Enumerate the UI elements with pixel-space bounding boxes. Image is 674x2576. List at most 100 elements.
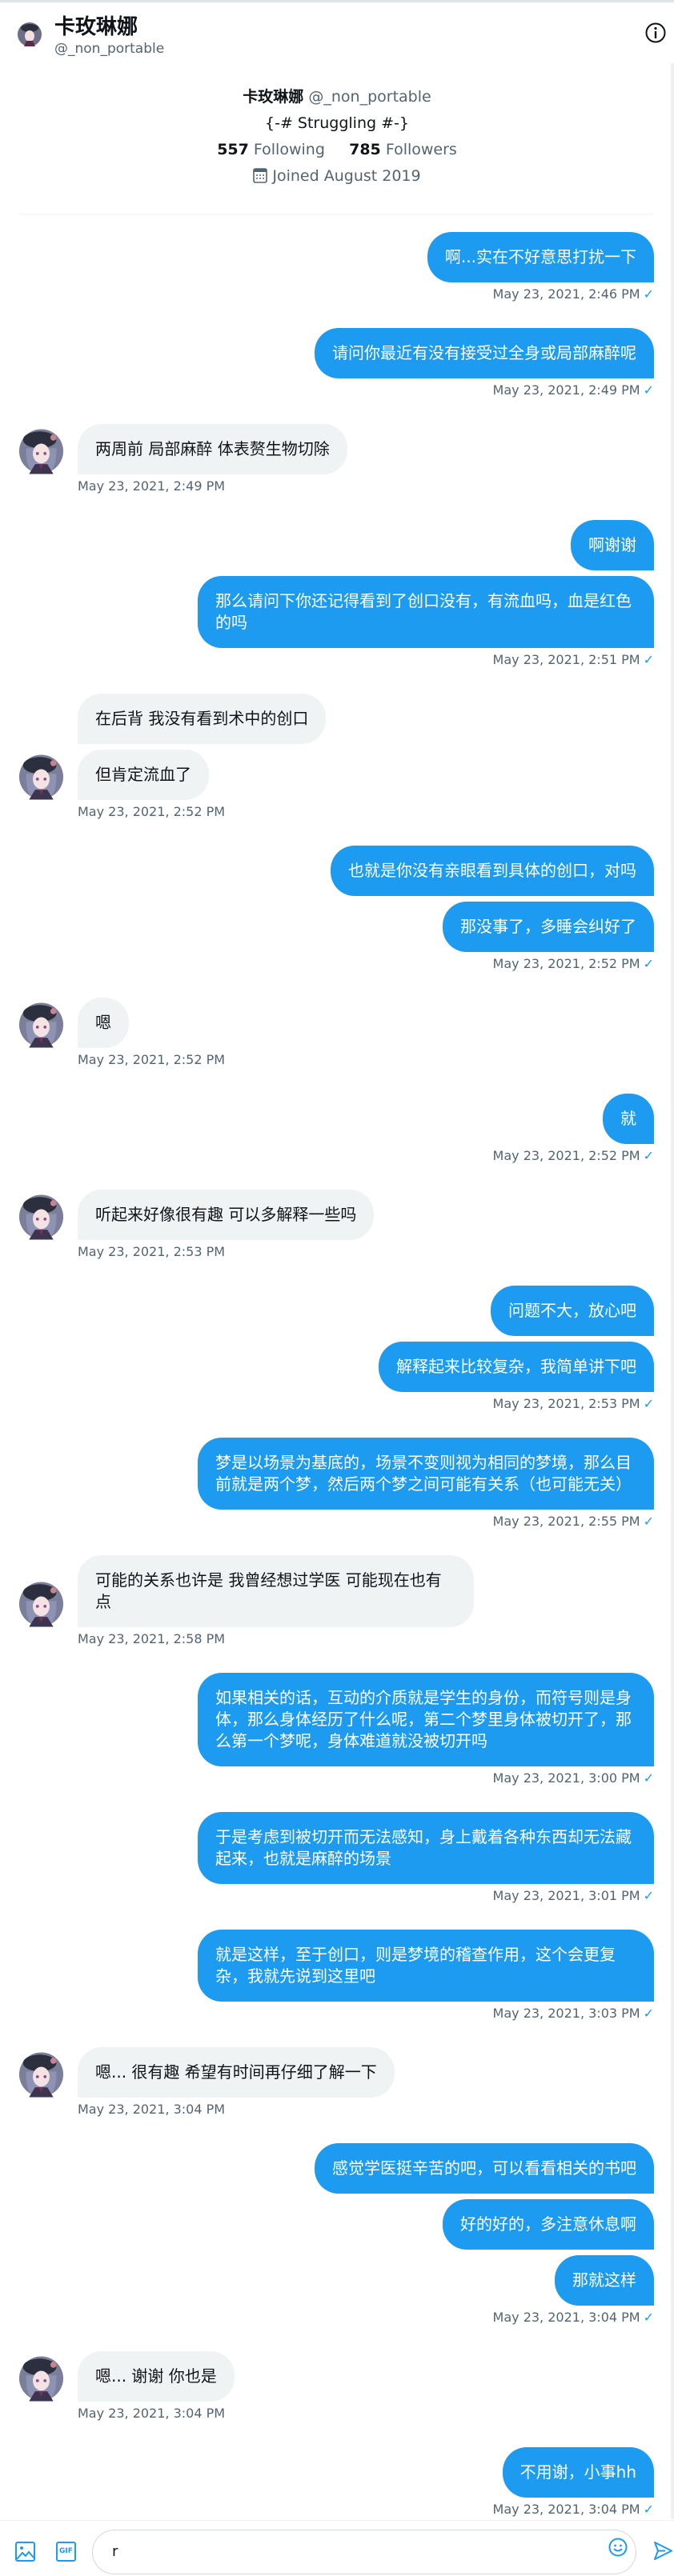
message-timestamp-line: May 23, 2021, 3:01 PM ✓ (18, 1887, 654, 1905)
message-timestamp: May 23, 2021, 3:03 PM (492, 2006, 640, 2021)
message-timestamp: May 23, 2021, 2:46 PM (492, 286, 640, 302)
sent-message-group: 就是这样，至于创口，则是梦境的稽查作用，这个会更复杂，我就先说到这里吧 May 2… (18, 1930, 654, 2022)
bubble-stack: 如果相关的话，互动的介质就是学生的身份，而符号则是身体，那么身体经历了什么呢，第… (198, 1673, 654, 1766)
message-timestamp: May 23, 2021, 2:52 PM (78, 1052, 226, 1067)
profile-summary: 卡玫琳娜 @_non_portable {-# Struggling #-} 5… (0, 84, 674, 190)
message-timestamp-line: May 23, 2021, 2:55 PM ✓ (18, 1513, 654, 1530)
following-label: Following (253, 141, 325, 158)
bubble-stack: 嗯... 很有趣 希望有时间再仔细了解一下 (78, 2047, 395, 2098)
received-message-group: 听起来好像很有趣 可以多解释一些吗 May 23, 2021, 2:53 PM (18, 1190, 654, 1261)
message-row: 听起来好像很有趣 可以多解释一些吗 (18, 1190, 654, 1240)
contact-avatar[interactable] (18, 2355, 64, 2402)
sent-message-bubble[interactable]: 啊...实在不好意思打扰一下 (427, 232, 654, 282)
gif-label: GIF (59, 2547, 73, 2555)
message-timestamp: May 23, 2021, 2:53 PM (78, 1244, 226, 1259)
followers-label: Followers (385, 141, 457, 158)
message-row: 请问你最近有没有接受过全身或局部麻醉呢 (18, 328, 654, 378)
gif-button[interactable]: GIF (56, 2542, 76, 2562)
sent-message-bubble[interactable]: 梦是以场景为基底的，场景不变则视为相同的梦境，那么目前就是两个梦，然后两个梦之间… (198, 1438, 654, 1510)
received-message-group: 嗯... 很有趣 希望有时间再仔细了解一下 May 23, 2021, 3:04 … (18, 2047, 654, 2118)
message-timestamp: May 23, 2021, 2:58 PM (78, 1631, 226, 1646)
received-message-bubble[interactable]: 可能的关系也许是 我曾经想过学医 可能现在也有点 (78, 1555, 474, 1627)
received-message-bubble[interactable]: 嗯... 谢谢 你也是 (78, 2351, 235, 2402)
sent-check-icon: ✓ (643, 382, 654, 398)
contact-avatar[interactable] (18, 2051, 64, 2098)
sent-message-bubble[interactable]: 那没事了，多睡会纠好了 (443, 902, 654, 952)
sent-message-group: 于是考虑到被切开而无法感知，身上戴着各种东西却无法藏起来，也就是麻醉的场景 May… (18, 1812, 654, 1905)
message-row: 两周前 局部麻醉 体表赘生物切除 (18, 424, 654, 474)
profile-name-line: 卡玫琳娜 @_non_portable (0, 84, 674, 110)
contact-avatar[interactable] (18, 1194, 64, 1240)
sent-message-group: 请问你最近有没有接受过全身或局部麻醉呢 May 23, 2021, 2:49 PM… (18, 328, 654, 399)
message-input[interactable]: r (92, 2530, 636, 2574)
received-message-bubble[interactable]: 嗯 (78, 998, 129, 1048)
bubble-stack: 嗯... 谢谢 你也是 (78, 2351, 235, 2402)
sent-message-bubble[interactable]: 也就是你没有亲眼看到具体的创口，对吗 (331, 846, 654, 896)
received-message-group: 两周前 局部麻醉 体表赘生物切除 May 23, 2021, 2:49 PM (18, 424, 654, 495)
sent-message-group: 也就是你没有亲眼看到具体的创口，对吗那没事了，多睡会纠好了 May 23, 202… (18, 846, 654, 973)
contact-avatar[interactable] (18, 1581, 64, 1627)
message-row: 啊...实在不好意思打扰一下 (18, 232, 654, 282)
profile-handle[interactable]: @_non_portable (308, 88, 431, 106)
followers-count: 785 (349, 141, 381, 158)
sent-message-bubble[interactable]: 请问你最近有没有接受过全身或局部麻醉呢 (315, 328, 654, 378)
received-message-group: 可能的关系也许是 我曾经想过学医 可能现在也有点 May 23, 2021, 2:… (18, 1555, 654, 1648)
message-row: 感觉学医挺辛苦的吧，可以看看相关的书吧 好的好的，多注意休息啊 那就这样 (18, 2143, 654, 2306)
contact-avatar[interactable] (18, 1002, 64, 1048)
message-timestamp: May 23, 2021, 2:49 PM (78, 478, 226, 494)
sent-message-bubble[interactable]: 好的好的，多注意休息啊 (443, 2199, 654, 2250)
message-composer: GIF r (0, 2520, 674, 2576)
send-icon[interactable] (653, 2541, 673, 2561)
contact-avatar[interactable] (18, 754, 64, 800)
sent-message-group: 感觉学医挺辛苦的吧，可以看看相关的书吧 好的好的，多注意休息啊 那就这样 May 23… (18, 2143, 654, 2326)
contact-avatar[interactable] (18, 428, 64, 474)
sent-check-icon: ✓ (643, 1514, 654, 1529)
received-message-group: 在后背 我没有看到术中的创口 但肯定流血了 May 23, 2021, 2:52 P… (18, 694, 654, 821)
profile-name[interactable]: 卡玫琳娜 (243, 88, 303, 106)
header-avatar[interactable] (18, 22, 42, 46)
sent-message-bubble[interactable]: 不用谢，小事hh (502, 2447, 654, 2498)
message-timestamp: May 23, 2021, 2:55 PM (492, 1514, 640, 1529)
bubble-stack: 就 (603, 1094, 654, 1144)
sent-message-bubble[interactable]: 如果相关的话，互动的介质就是学生的身份，而符号则是身体，那么身体经历了什么呢，第… (198, 1673, 654, 1766)
message-row: 就是这样，至于创口，则是梦境的稽查作用，这个会更复杂，我就先说到这里吧 (18, 1930, 654, 2002)
info-circle-icon[interactable] (645, 22, 666, 43)
sent-check-icon: ✓ (643, 956, 654, 971)
emoji-icon[interactable] (608, 2538, 628, 2557)
received-message-bubble[interactable]: 在后背 我没有看到术中的创口 (78, 694, 327, 744)
conversation-handle: @_non_portable (54, 41, 165, 57)
sent-message-bubble[interactable]: 于是考虑到被切开而无法感知，身上戴着各种东西却无法藏起来，也就是麻醉的场景 (198, 1812, 654, 1884)
bubble-stack: 嗯 (78, 998, 129, 1048)
message-row: 嗯... 很有趣 希望有时间再仔细了解一下 (18, 2047, 654, 2098)
message-timestamp-line: May 23, 2021, 2:49 PM (78, 478, 654, 495)
received-message-bubble[interactable]: 嗯... 很有趣 希望有时间再仔细了解一下 (78, 2047, 395, 2098)
sent-message-bubble[interactable]: 啊谢谢 (571, 520, 654, 570)
image-upload-icon[interactable] (15, 2542, 35, 2562)
message-timestamp: May 23, 2021, 2:53 PM (492, 1396, 640, 1411)
received-message-bubble[interactable]: 但肯定流血了 (78, 750, 209, 800)
sent-message-bubble[interactable]: 解释起来比较复杂，我简单讲下吧 (379, 1342, 654, 1392)
profile-bio: {-# Struggling #-} (265, 114, 409, 132)
sent-message-bubble[interactable]: 感觉学医挺辛苦的吧，可以看看相关的书吧 (315, 2143, 654, 2194)
message-timestamp: May 23, 2021, 2:51 PM (492, 652, 640, 667)
sent-message-group: 就 May 23, 2021, 2:52 PM ✓ (18, 1094, 654, 1165)
sent-message-bubble[interactable]: 就 (603, 1094, 654, 1144)
sent-message-bubble[interactable]: 那么请问下你还记得看到了创口没有，有流血吗，血是红色的吗 (198, 576, 654, 648)
message-timestamp: May 23, 2021, 3:01 PM (492, 1888, 640, 1903)
sent-message-bubble[interactable]: 就是这样，至于创口，则是梦境的稽查作用，这个会更复杂，我就先说到这里吧 (198, 1930, 654, 2002)
followers-link[interactable]: 785 Followers (349, 141, 457, 158)
sent-message-group: 啊谢谢那么请问下你还记得看到了创口没有，有流血吗，血是红色的吗 May 23, 2… (18, 520, 654, 669)
sent-message-bubble[interactable]: 问题不大，放心吧 (491, 1286, 654, 1336)
received-message-group: 嗯... 谢谢 你也是 May 23, 2021, 3:04 PM (18, 2351, 654, 2422)
received-message-bubble[interactable]: 两周前 局部麻醉 体表赘生物切除 (78, 424, 347, 474)
following-link[interactable]: 557 Following (217, 141, 325, 158)
received-message-bubble[interactable]: 听起来好像很有趣 可以多解释一些吗 (78, 1190, 375, 1240)
bubble-stack: 梦是以场景为基底的，场景不变则视为相同的梦境，那么目前就是两个梦，然后两个梦之间… (198, 1438, 654, 1510)
message-timestamp-line: May 23, 2021, 3:04 PM ✓ (18, 2501, 654, 2518)
sent-message-bubble[interactable]: 那就这样 (555, 2255, 654, 2306)
message-timestamp-line: May 23, 2021, 2:52 PM ✓ (18, 955, 654, 973)
message-row: 嗯 (18, 998, 654, 1048)
bubble-stack: 啊谢谢那么请问下你还记得看到了创口没有，有流血吗，血是红色的吗 (198, 520, 654, 648)
sent-check-icon: ✓ (643, 1148, 654, 1163)
bubble-stack: 就是这样，至于创口，则是梦境的稽查作用，这个会更复杂，我就先说到这里吧 (198, 1930, 654, 2002)
